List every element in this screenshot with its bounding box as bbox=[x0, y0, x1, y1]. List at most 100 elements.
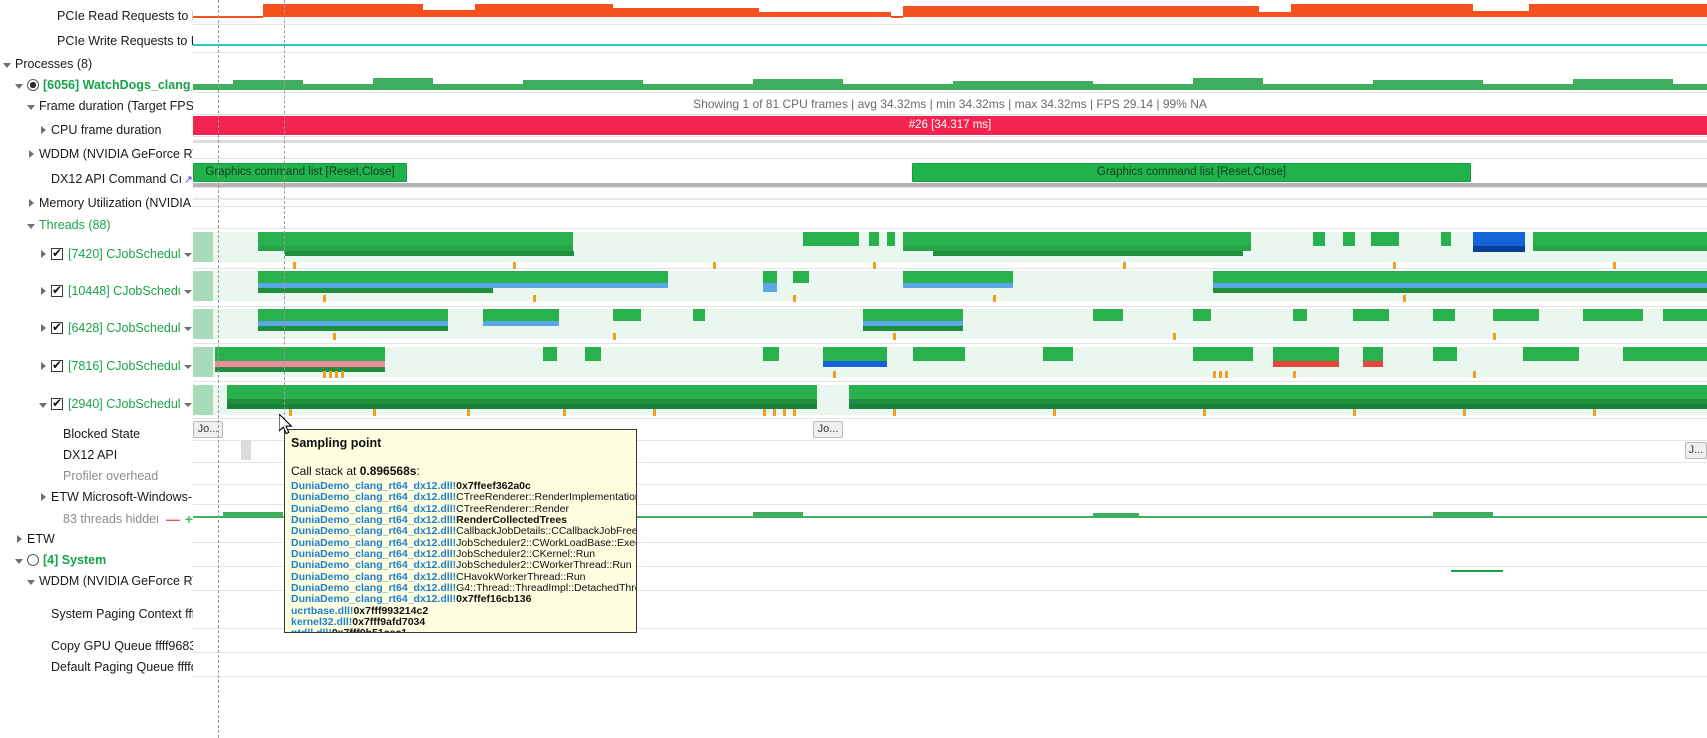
thread-checkbox[interactable] bbox=[51, 320, 63, 334]
chevron-down-icon[interactable] bbox=[26, 101, 37, 112]
row-separator bbox=[193, 228, 1707, 229]
chevron-right-icon[interactable] bbox=[38, 323, 49, 334]
tree-item-7[interactable]: DX12 API Command Creati↗ bbox=[0, 170, 193, 188]
tree-item-16[interactable]: DX12 API bbox=[0, 446, 193, 464]
chevron-right-icon[interactable] bbox=[38, 361, 49, 372]
frame-module: DuniaDemo_clang_rt64_dx12.dll! bbox=[291, 582, 457, 595]
graphics-command-list-bar-left[interactable]: Graphics command list [Reset,Close] bbox=[193, 163, 407, 182]
tree-item-17[interactable]: Profiler overhead bbox=[0, 467, 193, 485]
row-separator bbox=[193, 158, 1707, 159]
tree-item-8[interactable]: Memory Utilization (NVIDIA Ge bbox=[0, 194, 193, 212]
thread-options-dropdown-icon[interactable] bbox=[184, 400, 193, 409]
tree-panel[interactable]: PCIe Read Requests to BAR1 PCIe Write Req… bbox=[0, 0, 193, 738]
chevron-down-icon[interactable] bbox=[14, 555, 25, 566]
mouse-cursor-icon bbox=[279, 414, 293, 435]
tree-item-15[interactable]: Blocked State bbox=[0, 425, 193, 443]
row-separator bbox=[193, 24, 1707, 25]
tree-item-6[interactable]: WDDM (NVIDIA GeForce RTX 3 bbox=[0, 145, 193, 163]
tree-item-11[interactable]: [10448] CJobScheduler bbox=[0, 282, 193, 300]
tree-item-25[interactable]: Default Paging Queue ffffda bbox=[0, 658, 193, 676]
show-threads-icon[interactable]: + bbox=[185, 511, 193, 527]
row-separator bbox=[193, 114, 1707, 115]
frame-module: ntdll.dll! bbox=[291, 627, 332, 632]
frame-symbol: CTreeRenderer::Render bbox=[456, 502, 569, 515]
frame-symbol: JobScheduler2::CWorkerThread::Run bbox=[456, 559, 632, 572]
process-radio[interactable] bbox=[27, 554, 39, 566]
row-separator bbox=[193, 206, 1707, 207]
thread-checkbox[interactable] bbox=[51, 396, 63, 410]
process-radio[interactable] bbox=[27, 79, 39, 91]
graphics-command-list-bar-right[interactable]: Graphics command list [Reset,Close] bbox=[912, 163, 1471, 182]
thread-options-dropdown-icon[interactable] bbox=[184, 250, 193, 259]
tree-item-label: ETW bbox=[27, 532, 55, 546]
frame-module: DuniaDemo_clang_rt64_dx12.dll! bbox=[291, 502, 457, 515]
thread-checkbox[interactable] bbox=[51, 358, 63, 372]
tree-item-12[interactable]: [6428] CJobScheduler2 bbox=[0, 319, 193, 337]
frame-symbol: RenderCollectedTrees bbox=[456, 514, 568, 527]
frame-symbol: CallbackJobDetails::CCallbackJobFree5<..… bbox=[456, 525, 637, 538]
spacer-icon bbox=[50, 471, 61, 482]
tree-item-13[interactable]: [7816] CJobScheduler2 bbox=[0, 357, 193, 375]
tree-item-22[interactable]: WDDM (NVIDIA GeForce RTX 3 bbox=[0, 572, 193, 590]
tree-item-2[interactable]: Processes (8) bbox=[0, 55, 193, 73]
job-chip-right[interactable]: J... bbox=[1685, 442, 1707, 459]
frame-module: DuniaDemo_clang_rt64_dx12.dll! bbox=[291, 480, 457, 492]
callstack-colon: : bbox=[416, 464, 420, 478]
tree-item-label: Blocked State bbox=[63, 427, 141, 441]
thread-options-dropdown-icon[interactable] bbox=[184, 362, 193, 371]
tree-item-18[interactable]: ETW Microsoft-Windows-D bbox=[0, 488, 193, 506]
tree-item-1[interactable]: PCIe Write Requests to BAR1 bbox=[0, 32, 193, 50]
chevron-right-icon[interactable] bbox=[38, 286, 49, 297]
callstack-time: 0.896568s bbox=[359, 464, 417, 478]
tree-item-9[interactable]: Threads (88) bbox=[0, 216, 193, 234]
tree-item-label: Default Paging Queue ffffda bbox=[51, 660, 193, 674]
tree-item-14[interactable]: [2940] CJobScheduler2 bbox=[0, 395, 193, 413]
tree-item-21[interactable]: [4] System bbox=[0, 551, 193, 569]
thread-options-dropdown-icon[interactable] bbox=[184, 287, 193, 296]
callstack-frame-list: DuniaDemo_clang_rt64_dx12.dll!0x7ffeef36… bbox=[291, 480, 636, 632]
thread-checkbox[interactable] bbox=[51, 283, 63, 297]
tree-item-4[interactable]: Frame duration (Target FPS: 60 bbox=[0, 97, 193, 115]
tree-item-label: CPU frame duration bbox=[51, 123, 162, 137]
sampling-point-tooltip: Sampling point Call stack at 0.896568s: … bbox=[284, 429, 637, 633]
tree-item-10[interactable]: [7420] CJobScheduler2 bbox=[0, 245, 193, 263]
tree-item-label: Frame duration (Target FPS: 60 bbox=[39, 99, 193, 113]
chevron-right-icon[interactable] bbox=[38, 492, 49, 503]
tree-item-3[interactable]: [6056] WatchDogs_clang_rt bbox=[0, 76, 193, 94]
chevron-right-icon[interactable] bbox=[38, 249, 49, 260]
chevron-right-icon[interactable] bbox=[26, 198, 37, 209]
frame-module: kernel32.dll! bbox=[291, 616, 353, 629]
chevron-down-icon[interactable] bbox=[14, 80, 25, 91]
tree-item-23[interactable]: System Paging Context ffff9 bbox=[0, 605, 193, 623]
chevron-down-icon[interactable] bbox=[2, 59, 13, 70]
tree-item-label: ETW Microsoft-Windows-D bbox=[51, 490, 193, 504]
tree-item-20[interactable]: ETW bbox=[0, 530, 193, 548]
tree-item-24[interactable]: Copy GPU Queue ffff968379 bbox=[0, 637, 193, 655]
chevron-down-icon[interactable] bbox=[38, 399, 49, 410]
thread-checkbox[interactable] bbox=[51, 246, 63, 260]
tree-item-19[interactable]: 83 threads hidden... — + bbox=[0, 510, 193, 528]
chevron-right-icon[interactable] bbox=[26, 149, 37, 160]
callstack-frame: ntdll.dll!0x7fff9b51cec1 bbox=[291, 627, 629, 632]
tree-item-label: WDDM (NVIDIA GeForce RTX 3 bbox=[39, 574, 193, 588]
edit-pen-icon[interactable]: ↗ bbox=[184, 173, 193, 186]
frame-symbol: G4::Thread::ThreadImpl::DetachedThreadEn… bbox=[456, 582, 637, 595]
timeline-cursor-line-right[interactable] bbox=[284, 0, 285, 440]
tree-item-5[interactable]: CPU frame duration bbox=[0, 121, 193, 139]
hide-threads-icon[interactable]: — bbox=[166, 511, 180, 527]
tree-item-label: [6428] CJobScheduler2 bbox=[68, 321, 180, 335]
spacer-icon bbox=[50, 450, 61, 461]
thread-options-dropdown-icon[interactable] bbox=[184, 324, 193, 333]
frame-symbol: CTreeRenderer::RenderImplementation bbox=[456, 491, 637, 504]
job-chip-mid[interactable]: Jo... bbox=[813, 421, 843, 438]
timeline-cursor-line-left[interactable] bbox=[218, 0, 219, 738]
cpu-frame-marker[interactable]: #26 [34.317 ms] bbox=[193, 116, 1707, 135]
chevron-down-icon[interactable] bbox=[26, 576, 37, 587]
chevron-right-icon[interactable] bbox=[38, 125, 49, 136]
row-separator bbox=[193, 418, 1707, 419]
chevron-right-icon[interactable] bbox=[14, 534, 25, 545]
row-separator bbox=[193, 652, 1707, 653]
frame-module: DuniaDemo_clang_rt64_dx12.dll! bbox=[291, 593, 457, 606]
tree-item-0[interactable]: PCIe Read Requests to BAR1 bbox=[0, 7, 193, 25]
chevron-down-icon[interactable] bbox=[26, 220, 37, 231]
